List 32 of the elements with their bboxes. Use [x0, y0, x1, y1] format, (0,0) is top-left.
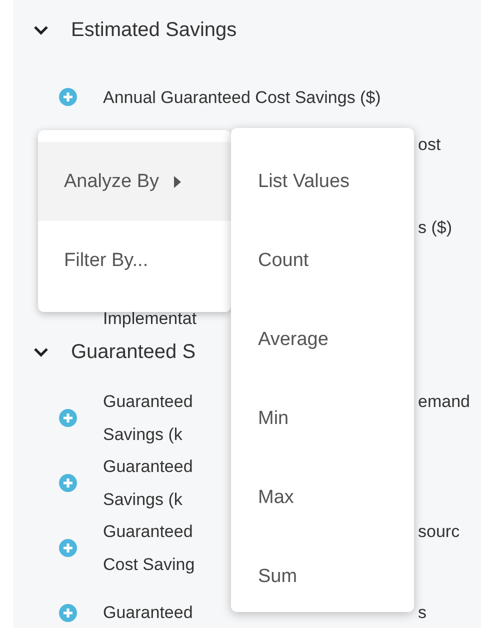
add-icon[interactable]: [59, 408, 77, 426]
add-icon[interactable]: [59, 88, 77, 106]
add-icon[interactable]: [59, 474, 77, 492]
add-icon[interactable]: [59, 538, 77, 556]
group-label[interactable]: Estimated Savings: [71, 18, 237, 42]
field-label[interactable]: Savings (k: [103, 424, 182, 444]
menu-item[interactable]: Count: [231, 221, 414, 300]
field-label[interactable]: sourc: [418, 514, 460, 548]
chevron-icon[interactable]: [33, 24, 49, 36]
menu-item[interactable]: Min: [231, 379, 414, 458]
field-label[interactable]: Guaranteed: [103, 456, 193, 476]
menu-item[interactable]: List Values: [231, 142, 414, 221]
field-label[interactable]: emand: [418, 384, 470, 418]
field-label[interactable]: Guaranteed: [103, 392, 193, 410]
field-label[interactable]: Cost Saving: [103, 554, 195, 574]
caret-icon: [174, 176, 182, 188]
field-label[interactable]: Guaranteed: [103, 522, 193, 540]
menu-item[interactable]: Sum: [231, 537, 414, 616]
add-icon[interactable]: [59, 604, 77, 622]
chevron-icon[interactable]: [33, 346, 49, 358]
field-label[interactable]: s: [418, 596, 426, 628]
group-label[interactable]: Guaranteed S: [71, 340, 196, 364]
menu-item[interactable]: Average: [231, 300, 414, 379]
field-label[interactable]: Guaranteed: [103, 603, 193, 622]
menu-item[interactable]: Analyze By: [38, 142, 231, 221]
menu-item[interactable]: Filter By...: [38, 221, 231, 300]
field-label[interactable]: Implementat: [103, 309, 197, 328]
field-label[interactable]: Savings (k: [103, 490, 182, 508]
field-label[interactable]: Annual Guaranteed Cost Savings ($): [103, 88, 381, 106]
field-label[interactable]: ost: [418, 128, 441, 161]
menu-item[interactable]: Max: [231, 458, 414, 537]
field-label[interactable]: s ($): [418, 211, 452, 244]
